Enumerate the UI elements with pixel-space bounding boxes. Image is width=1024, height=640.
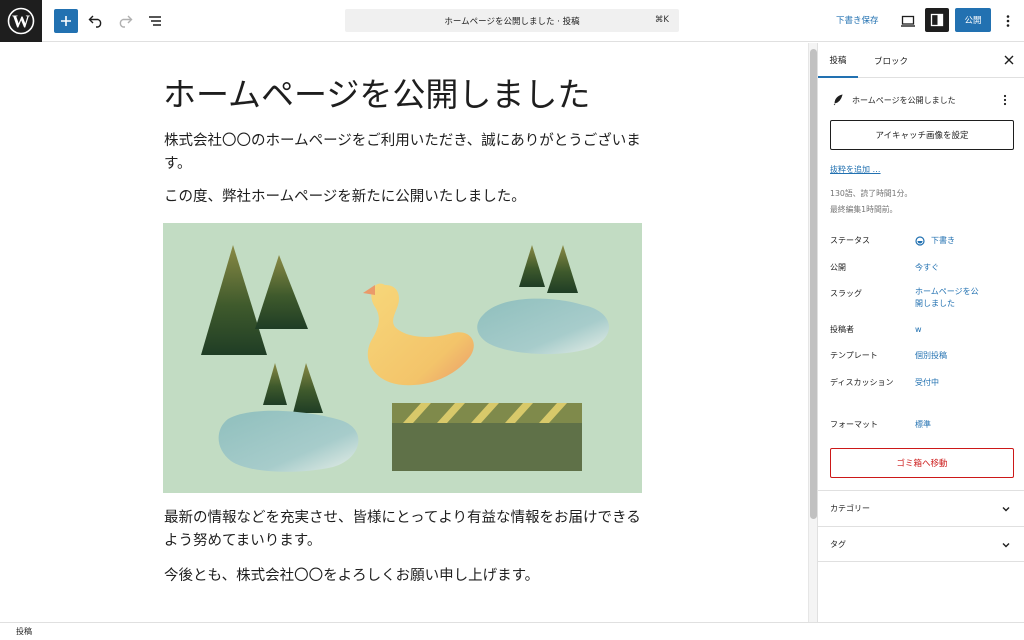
- command-shortcut: ⌘K: [654, 15, 669, 25]
- status-label: ステータス: [830, 236, 870, 245]
- word-count: 130語、読了時間1分。: [830, 189, 913, 198]
- image-block[interactable]: [163, 223, 642, 493]
- panel-categories-title: カテゴリー: [830, 504, 870, 513]
- options-menu-button[interactable]: [999, 10, 1017, 32]
- post-summary-title: ホームページを公開しました: [852, 95, 956, 105]
- redo-button[interactable]: [114, 10, 136, 32]
- add-excerpt-link[interactable]: 抜粋を追加 …: [830, 164, 881, 175]
- command-title: ホームページを公開しました · 投稿: [444, 16, 580, 27]
- publish-value[interactable]: 今すぐ: [915, 262, 1005, 274]
- landscape-illustration: [163, 223, 642, 493]
- tab-post[interactable]: 投稿: [818, 43, 858, 78]
- breadcrumb[interactable]: 投稿: [16, 626, 32, 637]
- undo-button[interactable]: [85, 10, 107, 32]
- scrollbar-thumb[interactable]: [810, 49, 817, 519]
- paragraph-block[interactable]: 最新の情報などを充実させ、皆様にとってより有益な情報をお届けできるよう努めてまい…: [164, 507, 642, 553]
- paragraph-block[interactable]: この度、弊社ホームページを新たに公開いたしました。: [164, 186, 642, 209]
- save-draft-button[interactable]: 下書き保存: [836, 14, 879, 26]
- more-vertical-icon: [1006, 15, 1010, 27]
- close-icon: [1004, 55, 1014, 65]
- settings-toggle-button[interactable]: [925, 8, 949, 32]
- template-value[interactable]: 個別投稿: [915, 350, 1005, 362]
- move-to-trash-button[interactable]: ゴミ箱へ移動: [830, 448, 1014, 478]
- panel-tags-title: タグ: [830, 539, 846, 549]
- redo-icon: [119, 15, 133, 28]
- wordpress-logo-icon[interactable]: W: [0, 0, 42, 42]
- paragraph-block[interactable]: 株式会社〇〇のホームページをご利用いただき、誠にありがとうございます。: [164, 130, 642, 176]
- slug-label: スラッグ: [830, 289, 862, 298]
- desktop-preview-icon: [901, 15, 915, 27]
- post-title[interactable]: ホームページを公開しました: [163, 68, 590, 116]
- slug-value[interactable]: ホームページを公開しました: [915, 286, 985, 310]
- add-block-button[interactable]: [54, 9, 78, 33]
- more-vertical-icon: [1003, 94, 1007, 106]
- panel-categories[interactable]: カテゴリー: [818, 490, 1024, 526]
- paragraph-block[interactable]: 今後とも、株式会社〇〇をよろしくお願い申し上げます。: [164, 565, 642, 588]
- settings-sidebar: 投稿 ブロック ホームページを公開しました アイキャッチ画像を設定 抜粋を追加 …: [818, 43, 1024, 622]
- draft-status-icon: [915, 236, 925, 246]
- format-value[interactable]: 標準: [915, 419, 1005, 431]
- sidebar-toggle-icon: [930, 13, 944, 27]
- author-value[interactable]: w: [915, 324, 1005, 336]
- post-summary: ホームページを公開しました: [832, 93, 1012, 107]
- command-palette-bar[interactable]: ホームページを公開しました · 投稿 ⌘K: [345, 9, 679, 32]
- chevron-down-icon: [1002, 507, 1010, 512]
- last-edited: 最終編集1時間前。: [830, 205, 898, 214]
- tab-block[interactable]: ブロック: [866, 43, 916, 78]
- post-actions-button[interactable]: [1000, 93, 1010, 107]
- plus-icon: [61, 16, 71, 26]
- status-value[interactable]: 下書き: [915, 235, 1005, 247]
- panel-tags[interactable]: タグ: [818, 526, 1024, 562]
- editor-footer: 投稿: [0, 622, 1024, 640]
- preview-button[interactable]: [897, 10, 919, 32]
- author-label: 投稿者: [830, 325, 854, 334]
- editor-header: W ホームページを公開しました · 投稿 ⌘K 下書き保存 公開: [0, 0, 1024, 42]
- svg-text:W: W: [12, 12, 30, 32]
- discussion-label: ディスカッション: [830, 378, 894, 387]
- format-label: フォーマット: [830, 420, 878, 429]
- publish-button[interactable]: 公開: [955, 8, 991, 32]
- status-value-text: 下書き: [931, 236, 955, 245]
- set-featured-image-button[interactable]: アイキャッチ画像を設定: [830, 120, 1014, 150]
- close-sidebar-button[interactable]: [1002, 53, 1016, 67]
- discussion-value[interactable]: 受付中: [915, 377, 1005, 389]
- publish-label: 公開: [830, 263, 846, 272]
- document-overview-button[interactable]: [144, 10, 166, 32]
- post-pen-icon: [833, 94, 843, 106]
- list-view-icon: [149, 16, 161, 26]
- template-label: テンプレート: [830, 351, 878, 360]
- sidebar-tabs: 投稿 ブロック: [818, 43, 1024, 78]
- undo-icon: [88, 15, 102, 28]
- chevron-down-icon: [1002, 543, 1010, 548]
- editor-scrollbar[interactable]: [808, 43, 818, 622]
